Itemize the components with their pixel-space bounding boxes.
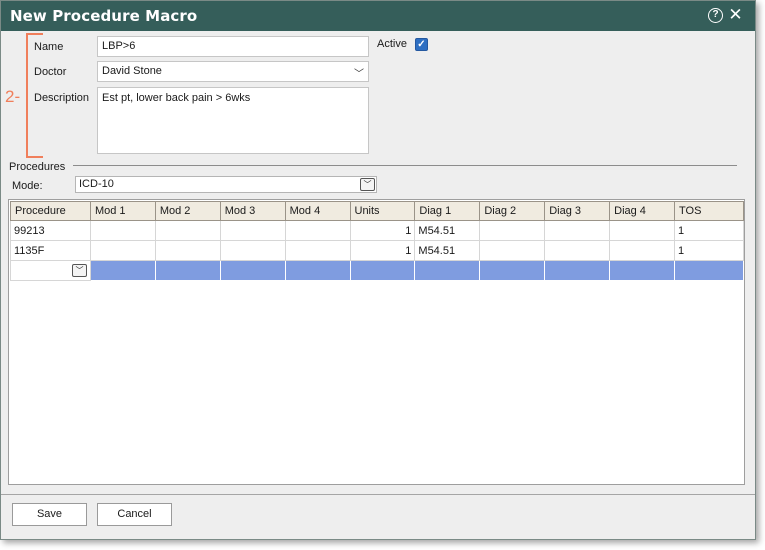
cell-new[interactable] bbox=[414, 260, 481, 281]
procedures-section-label: Procedures bbox=[9, 161, 66, 173]
cell-mod2[interactable] bbox=[154, 240, 221, 261]
column-header-procedure[interactable]: Procedure bbox=[10, 201, 91, 221]
description-textarea[interactable]: Est pt, lower back pain > 6wks bbox=[97, 87, 369, 154]
title-bar: New Procedure Macro ? ✕ bbox=[1, 1, 755, 31]
table-row[interactable]: 99213 1 M54.51 1 bbox=[10, 220, 744, 241]
cell-diag4[interactable] bbox=[609, 240, 676, 261]
cell-new[interactable] bbox=[674, 260, 744, 281]
dialog-window: New Procedure Macro ? ✕ 2- Name LBP>6 Ac… bbox=[0, 0, 756, 540]
doctor-select[interactable]: David Stone ﹀ bbox=[97, 61, 369, 82]
cell-diag1[interactable]: M54.51 bbox=[414, 240, 481, 261]
cell-mod3[interactable] bbox=[219, 220, 286, 241]
cancel-button[interactable]: Cancel bbox=[97, 503, 172, 526]
active-label: Active bbox=[377, 38, 407, 50]
description-label: Description bbox=[34, 92, 90, 104]
cell-new[interactable] bbox=[219, 260, 286, 281]
cell-procedure[interactable]: 1135F bbox=[10, 240, 91, 261]
section-divider bbox=[73, 165, 737, 166]
cell-units[interactable]: 1 bbox=[349, 240, 416, 261]
mode-dropdown-icon[interactable]: ﹀ bbox=[360, 178, 375, 191]
dialog-title: New Procedure Macro bbox=[10, 7, 198, 25]
column-header-mod2[interactable]: Mod 2 bbox=[154, 201, 221, 221]
procedures-grid: Procedure Mod 1 Mod 2 Mod 3 Mod 4 Units … bbox=[8, 199, 745, 485]
column-header-diag1[interactable]: Diag 1 bbox=[414, 201, 481, 221]
new-entry-row[interactable]: ﹀ bbox=[10, 260, 744, 281]
cell-mod4[interactable] bbox=[284, 240, 351, 261]
cell-diag3[interactable] bbox=[544, 240, 611, 261]
save-button[interactable]: Save bbox=[12, 503, 87, 526]
cell-tos[interactable]: 1 bbox=[674, 220, 744, 241]
table-row[interactable]: 1135F 1 M54.51 1 bbox=[10, 240, 744, 261]
mode-label: Mode: bbox=[12, 180, 43, 192]
cell-mod3[interactable] bbox=[219, 240, 286, 261]
active-checkbox[interactable]: ✓ bbox=[415, 38, 428, 51]
cell-diag2[interactable] bbox=[479, 240, 546, 261]
name-field[interactable]: LBP>6 bbox=[97, 36, 369, 57]
cell-procedure-new[interactable]: ﹀ bbox=[10, 260, 91, 281]
cell-new[interactable] bbox=[349, 260, 416, 281]
column-header-diag3[interactable]: Diag 3 bbox=[544, 201, 611, 221]
cell-new[interactable] bbox=[479, 260, 546, 281]
doctor-select-value: David Stone bbox=[102, 65, 162, 77]
doctor-label: Doctor bbox=[34, 66, 67, 78]
cell-mod1[interactable] bbox=[89, 220, 156, 241]
cell-tos[interactable]: 1 bbox=[674, 240, 744, 261]
cell-diag3[interactable] bbox=[544, 220, 611, 241]
cell-procedure[interactable]: 99213 bbox=[10, 220, 91, 241]
cell-new[interactable] bbox=[544, 260, 611, 281]
procedures-table: Procedure Mod 1 Mod 2 Mod 3 Mod 4 Units … bbox=[10, 201, 744, 281]
mode-select-value: ICD-10 bbox=[79, 178, 114, 190]
column-header-tos[interactable]: TOS bbox=[674, 201, 744, 221]
column-header-mod1[interactable]: Mod 1 bbox=[89, 201, 156, 221]
procedure-dropdown-icon[interactable]: ﹀ bbox=[71, 264, 87, 277]
close-icon[interactable]: ✕ bbox=[728, 6, 743, 24]
column-header-units[interactable]: Units bbox=[349, 201, 416, 221]
grid-header-row: Procedure Mod 1 Mod 2 Mod 3 Mod 4 Units … bbox=[10, 201, 744, 221]
cell-mod2[interactable] bbox=[154, 220, 221, 241]
cell-new[interactable] bbox=[89, 260, 156, 281]
annotation-number: 2- bbox=[5, 87, 21, 106]
column-header-mod3[interactable]: Mod 3 bbox=[219, 201, 286, 221]
cell-mod1[interactable] bbox=[89, 240, 156, 261]
footer-divider bbox=[1, 494, 755, 495]
cell-units[interactable]: 1 bbox=[349, 220, 416, 241]
column-header-diag2[interactable]: Diag 2 bbox=[479, 201, 546, 221]
mode-select[interactable]: ICD-10 ﹀ bbox=[75, 176, 377, 193]
cell-new[interactable] bbox=[609, 260, 676, 281]
name-label: Name bbox=[34, 41, 64, 53]
cell-diag1[interactable]: M54.51 bbox=[414, 220, 481, 241]
chevron-down-icon: ﹀ bbox=[354, 69, 364, 80]
cell-diag4[interactable] bbox=[609, 220, 676, 241]
cell-new[interactable] bbox=[154, 260, 221, 281]
cell-new[interactable] bbox=[284, 260, 351, 281]
column-header-mod4[interactable]: Mod 4 bbox=[284, 201, 351, 221]
cell-mod4[interactable] bbox=[284, 220, 351, 241]
column-header-diag4[interactable]: Diag 4 bbox=[609, 201, 676, 221]
help-icon[interactable]: ? bbox=[708, 8, 723, 23]
cell-diag2[interactable] bbox=[479, 220, 546, 241]
